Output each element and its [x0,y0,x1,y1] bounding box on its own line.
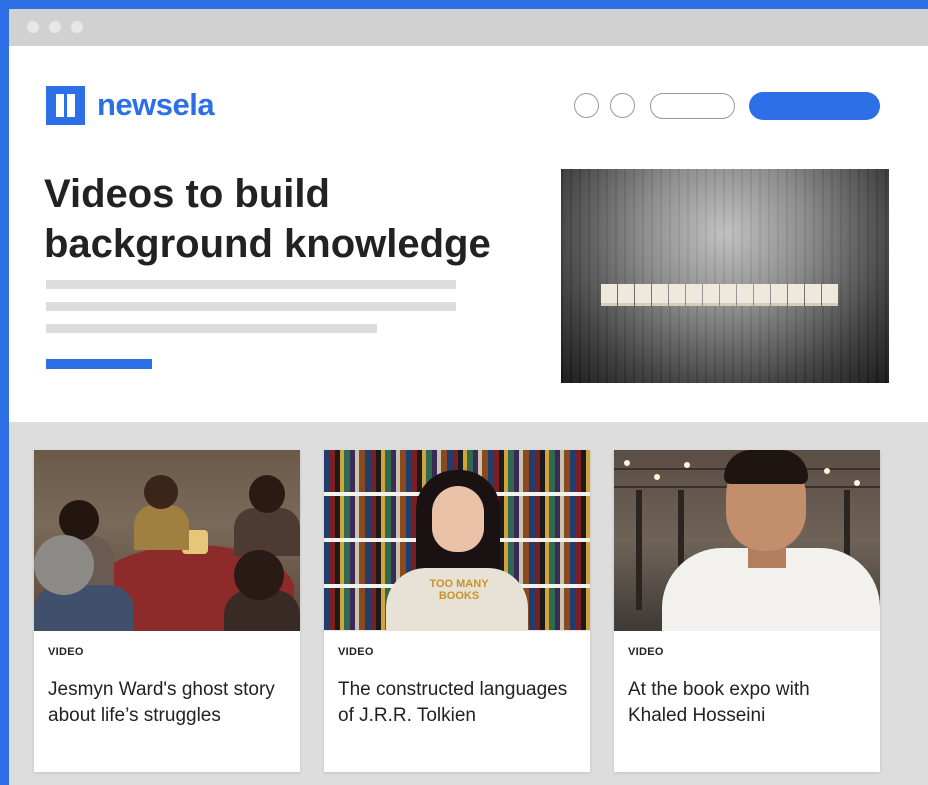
card-title[interactable]: Jesmyn Ward's ghost story about life’s s… [48,677,292,729]
person-head [144,475,178,509]
hero-title: Videos to build background knowledge [44,169,564,269]
ceiling-light [654,474,660,480]
nav-circle-placeholder[interactable] [610,93,635,118]
mahjong-tile [771,284,787,306]
card-title[interactable]: The constructed languages of J.R.R. Tolk… [338,677,582,729]
video-card[interactable]: VIDEO Jesmyn Ward's ghost story about li… [34,450,300,772]
man-hair [724,450,808,484]
text-placeholder-line [46,324,377,333]
mahjong-tile [720,284,736,306]
logo-bar-left [56,94,64,117]
browser-titlebar [9,9,928,46]
shirt-print: TOO MANY BOOKS [429,578,489,602]
mahjong-tile [703,284,719,306]
mahjong-tile [618,284,634,306]
table-surface [561,169,889,383]
mahjong-tile [822,284,838,306]
mahjong-tile [652,284,668,306]
person-body [234,508,300,556]
person-body [34,585,134,631]
text-placeholder-line [46,302,456,311]
primary-cta-button[interactable] [749,92,880,120]
person-head [59,500,99,540]
ceiling-light [824,468,830,474]
card-type-label: VIDEO [338,646,374,658]
person-head [34,535,94,595]
card-type-label: VIDEO [48,646,84,658]
video-card[interactable]: TOO MANY BOOKS VIDEO The constructed lan… [324,450,590,772]
text-placeholder-line [46,280,456,289]
mahjong-tile [669,284,685,306]
card-type-label: VIDEO [628,646,664,658]
video-thumbnail[interactable] [614,450,880,631]
link-placeholder-bar[interactable] [46,359,152,369]
mahjong-tiles [601,284,838,306]
logo-bar-right [67,94,75,117]
mahjong-tile [737,284,753,306]
mahjong-tile [754,284,770,306]
mahjong-tile [601,284,617,306]
mahjong-tile [788,284,804,306]
ceiling-light [854,480,860,486]
window-minimize-dot-icon[interactable] [49,21,61,33]
hall-column [636,490,642,610]
mahjong-tile [686,284,702,306]
ceiling-light [684,462,690,468]
video-thumbnail[interactable]: TOO MANY BOOKS [324,450,590,631]
newsela-logo-icon[interactable] [46,86,85,125]
hero-title-line-2: background knowledge [44,222,491,266]
mahjong-tile [635,284,651,306]
window-close-dot-icon[interactable] [27,21,39,33]
video-card[interactable]: VIDEO At the book expo with Khaled Hosse… [614,450,880,772]
hero-title-line-1: Videos to build [44,172,330,216]
hero-video-thumbnail[interactable] [561,169,889,383]
person-head [249,475,285,513]
person-body [134,505,189,550]
brand-name[interactable]: newsela [97,87,215,123]
card-title[interactable]: At the book expo with Khaled Hosseini [628,677,872,729]
window-maximize-dot-icon[interactable] [71,21,83,33]
ceiling-light [624,460,630,466]
nav-pill-placeholder[interactable] [650,93,735,119]
video-thumbnail[interactable] [34,450,300,631]
mahjong-tile [805,284,821,306]
presenter-face [432,486,484,552]
person-head [234,550,284,600]
nav-circle-placeholder[interactable] [574,93,599,118]
